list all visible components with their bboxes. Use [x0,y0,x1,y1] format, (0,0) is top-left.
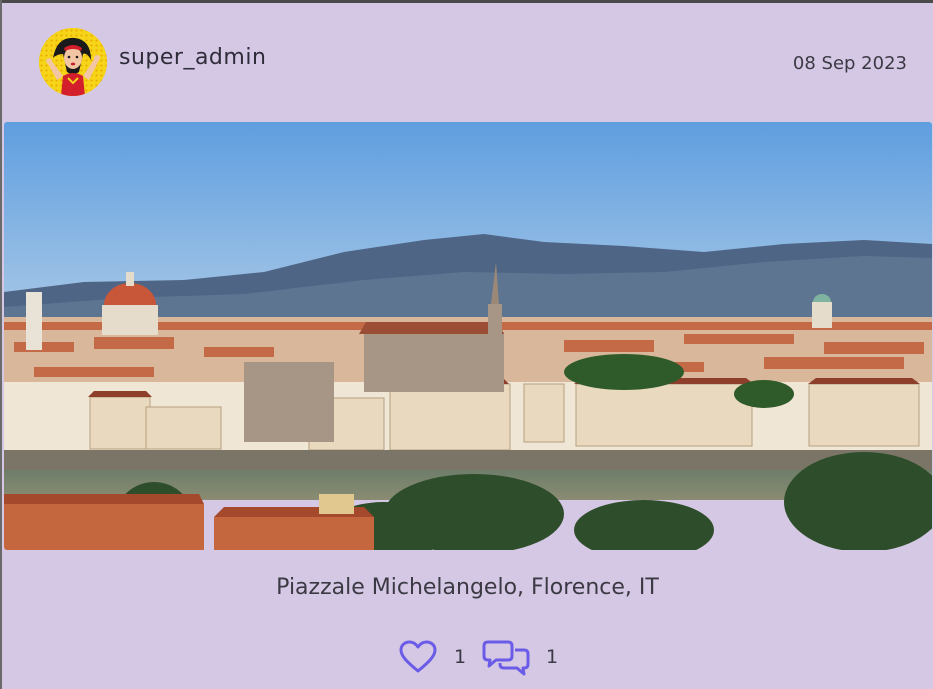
like-button[interactable] [399,640,437,674]
post-caption: Piazzale Michelangelo, Florence, IT [276,575,659,600]
florence-panorama-image [4,122,932,550]
post-actions: 1 1 [2,636,933,678]
post-photo[interactable] [4,122,932,550]
author-username[interactable]: super_admin [119,45,266,70]
heart-icon [399,640,437,673]
comments-button[interactable] [482,638,530,676]
like-count: 1 [454,646,467,668]
avatar[interactable] [39,28,107,96]
post-header: super_admin 08 Sep 2023 [2,3,933,121]
post-card: super_admin 08 Sep 2023 Piazzale Michela… [2,3,933,689]
post-date: 08 Sep 2023 [792,53,907,74]
superhero-avatar-icon [39,28,107,96]
comments-icon [482,640,530,676]
comment-count: 1 [546,646,559,668]
